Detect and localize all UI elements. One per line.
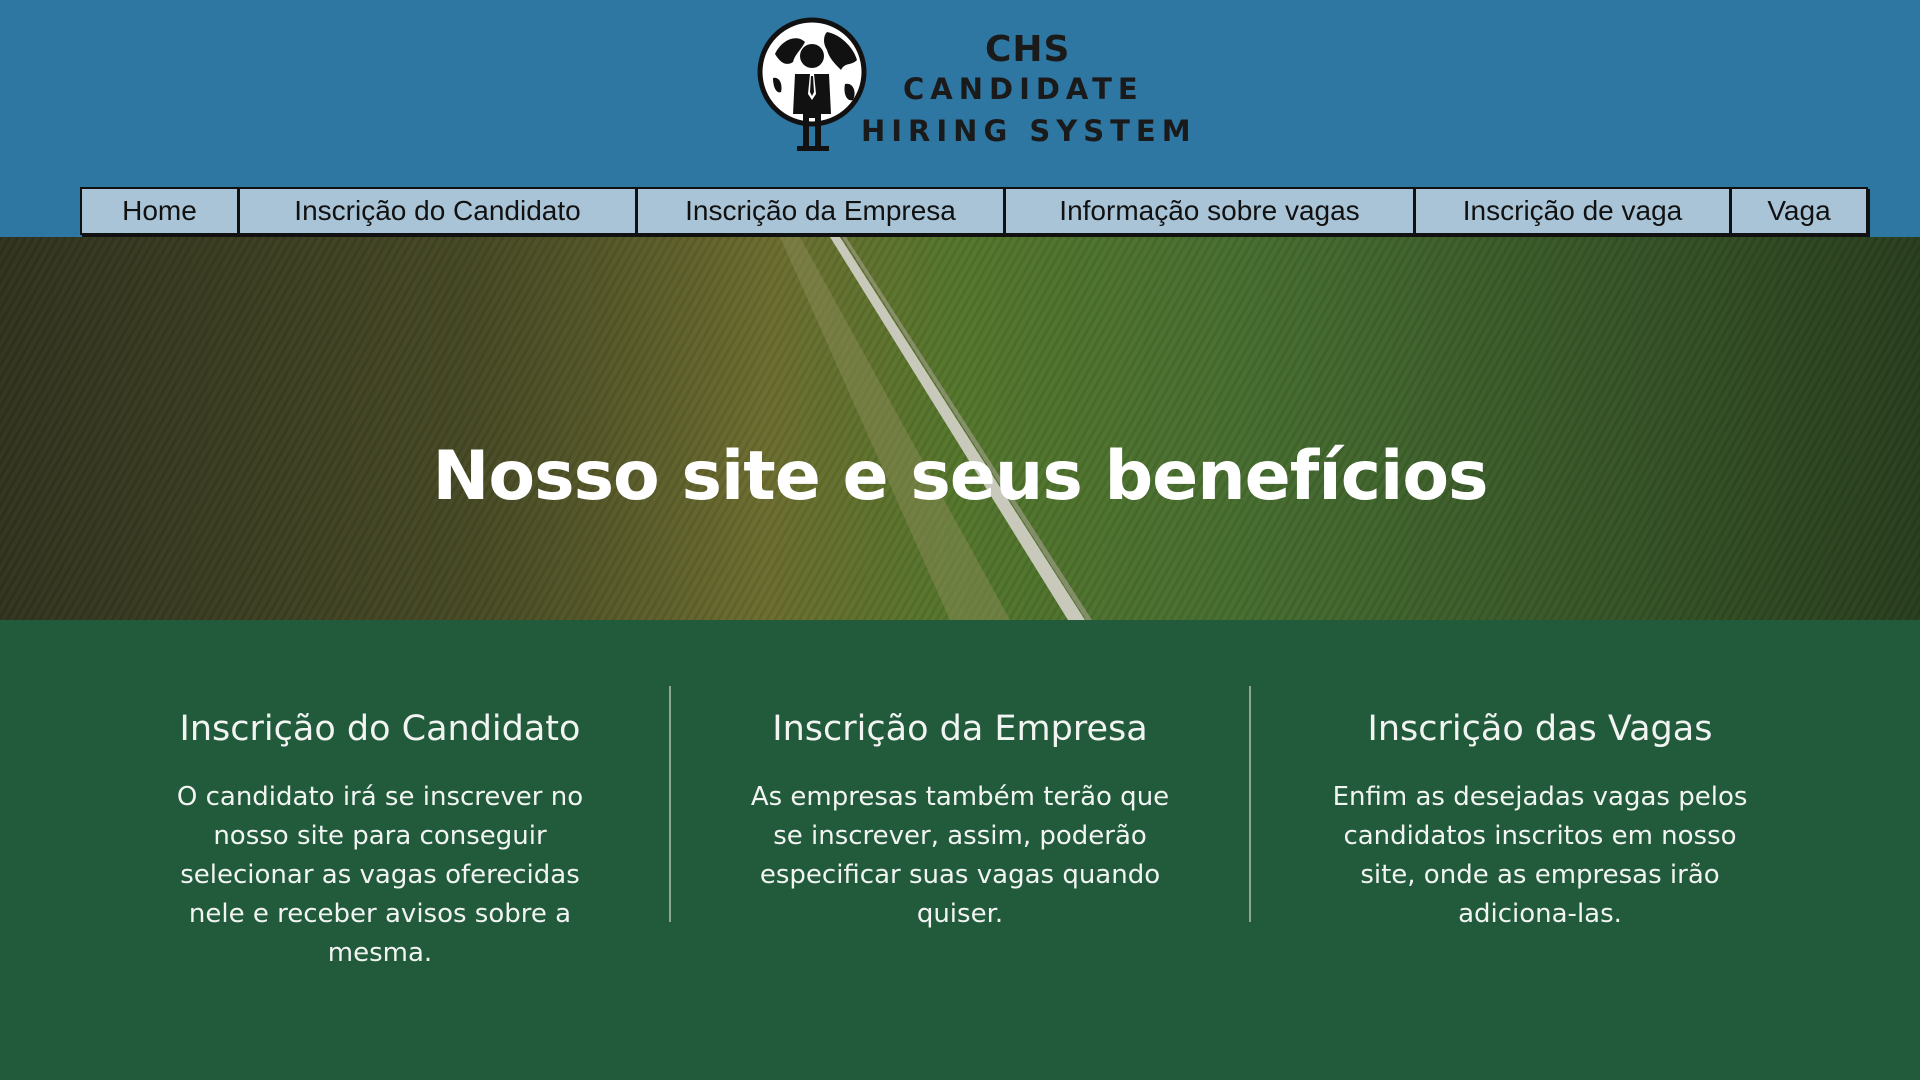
feature-company: Inscrição da Empresa As empresas também … [740, 708, 1180, 934]
hero-banner: Nosso site e seus benefícios [0, 237, 1920, 620]
nav-item-candidate-registration[interactable]: Inscrição do Candidato [240, 189, 638, 233]
nav-item-job-information[interactable]: Informação sobre vagas [1006, 189, 1416, 233]
globe-businessman-icon [757, 17, 867, 151]
logo-text-line2: HIRING SYSTEM [861, 114, 1197, 148]
column-divider [1249, 686, 1251, 922]
logo-mark: CHS [985, 29, 1071, 70]
feature-text: O candidato irá se inscrever no nosso si… [176, 782, 584, 968]
feature-text: As empresas também terão que se inscreve… [750, 782, 1170, 929]
feature-candidate: Inscrição do Candidato O candidato irá s… [160, 708, 600, 973]
logo-text-line1: CANDIDATE [903, 72, 1144, 106]
column-divider [669, 686, 671, 922]
hero-road-image [780, 237, 1092, 620]
site-header: CHS CANDIDATE HIRING SYSTEM Home Inscriç… [0, 0, 1920, 237]
main-nav: Home Inscrição do Candidato Inscrição da… [80, 187, 1868, 235]
feature-jobs: Inscrição das Vagas Enfim as desejadas v… [1320, 708, 1760, 934]
feature-text: Enfim as desejadas vagas pelos candidato… [1332, 782, 1748, 929]
hero-title: Nosso site e seus benefícios [432, 436, 1488, 516]
feature-title: Inscrição do Candidato [179, 709, 581, 749]
features-section: Inscrição do Candidato O candidato irá s… [0, 620, 1920, 1080]
site-logo[interactable]: CHS CANDIDATE HIRING SYSTEM [757, 14, 1197, 159]
nav-item-job[interactable]: Vaga [1732, 189, 1866, 233]
feature-title: Inscrição da Empresa [772, 709, 1148, 749]
nav-item-company-registration[interactable]: Inscrição da Empresa [638, 189, 1006, 233]
feature-title: Inscrição das Vagas [1367, 709, 1713, 749]
nav-item-home[interactable]: Home [82, 189, 240, 233]
nav-item-job-registration[interactable]: Inscrição de vaga [1416, 189, 1732, 233]
